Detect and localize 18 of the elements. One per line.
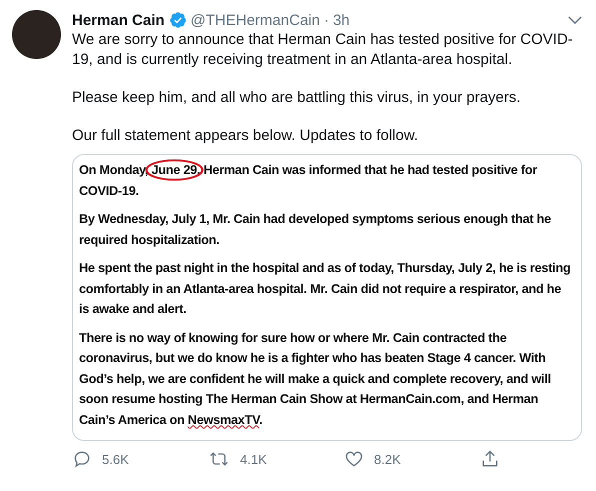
tweet-text: Please keep him, and all who are battling this virus, in your prayers. <box>72 88 522 108</box>
statement-paragraph: By Wednesday, July 1, Mr. Cain had developed symptoms serious enough that he required hospitalization. <box>79 211 552 249</box>
action-count: 4.1K <box>240 452 267 466</box>
action-count: 8.2K <box>374 452 401 466</box>
action-count: 5.6K <box>102 452 129 466</box>
tweet-time[interactable]: 3h <box>332 12 350 28</box>
statement-paragraph: He spent the past night in the hospital and as of today, Thursday, July 2, he is resting comfortably in an Atlanta-area hospital. Mr. Cain did not require a respirator, and he is awake and alert. <box>79 260 572 318</box>
like-icon[interactable] <box>344 449 364 469</box>
avatar[interactable] <box>12 10 61 59</box>
author-handle[interactable]: @THEHermanCain <box>190 12 320 28</box>
tweet-text: Our full statement appears below. Updates to follow. <box>72 126 420 146</box>
share-icon[interactable] <box>480 449 500 469</box>
reply-icon[interactable] <box>72 449 92 469</box>
tweet-text: We are sorry to announce that Herman Cain has tested positive for COVID-19, and is currently receiving treatment in an Atlanta-area hospital. <box>72 30 574 70</box>
chevron-down-icon[interactable] <box>568 16 582 24</box>
separator-dot: · <box>324 12 329 28</box>
statement-paragraph: There is no way of knowing for sure how or where Mr. Cain contracted the coronavirus, but we do know he is a fighter who has beaten Stage 4 cancer. With God’s help, we are confident he will make a quick and complete recovery, and will soon resume hosting The Herman Cain Show at HermanCain.com, and Herman Cain’s America on NewsmaxTV. <box>79 330 552 428</box>
author-name[interactable]: Herman Cain <box>72 12 165 28</box>
